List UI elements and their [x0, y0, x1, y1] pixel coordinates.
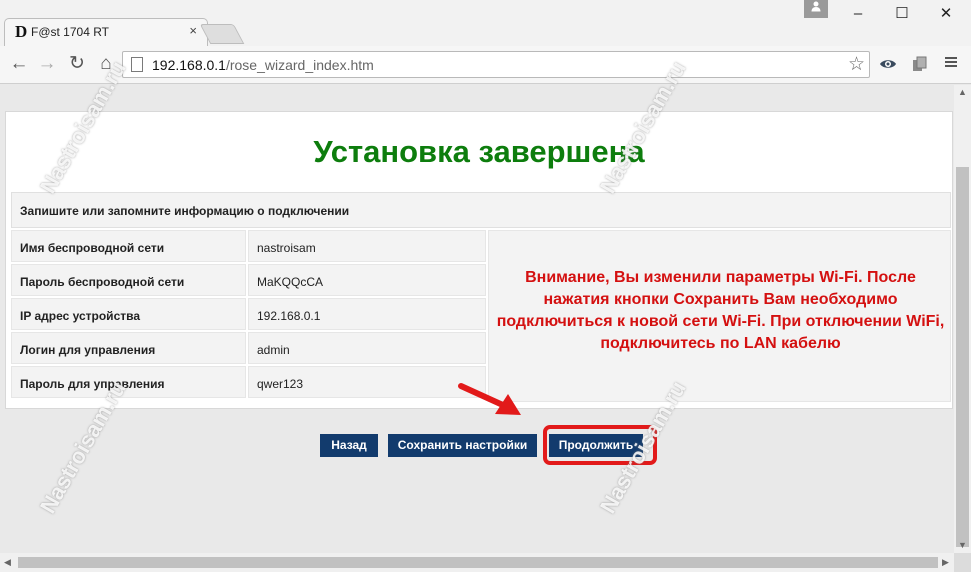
close-window-button[interactable]: ✕: [924, 3, 968, 25]
browser-tab[interactable]: D F@st 1704 RT ×: [4, 18, 208, 46]
table-row-value: nastroisam: [248, 230, 486, 262]
vertical-scrollbar[interactable]: ▲ ▼: [954, 85, 971, 553]
table-row-label: Пароль беспроводной сети: [11, 264, 246, 296]
maximize-button[interactable]: ☐: [880, 3, 924, 25]
scroll-right-icon[interactable]: ▶: [942, 557, 949, 568]
tab-title: F@st 1704 RT: [31, 25, 109, 39]
shield-eye-icon[interactable]: [878, 55, 898, 75]
back-button[interactable]: Назад: [320, 434, 378, 457]
table-row-value: qwer123: [248, 366, 486, 398]
vertical-scroll-thumb[interactable]: [956, 167, 969, 547]
scrollbar-corner: [954, 553, 971, 572]
save-settings-button[interactable]: Сохранить настройки: [388, 434, 537, 457]
table-row-value: admin: [248, 332, 486, 364]
page-title: Установка завершена: [313, 134, 645, 169]
scroll-up-icon[interactable]: ▲: [958, 87, 967, 97]
bookmark-star-icon[interactable]: ☆: [848, 53, 865, 76]
table-row-label: IP адрес устройства: [11, 298, 246, 330]
wizard-panel: Установка завершена Запишите или запомни…: [5, 111, 953, 409]
back-arrow-icon[interactable]: ←: [8, 53, 30, 75]
table-row-value: MaKQQcCA: [248, 264, 486, 296]
table-row-value: 192.168.0.1: [248, 298, 486, 330]
address-bar[interactable]: 192.168.0.1/rose_wizard_index.htm ☆: [122, 51, 870, 78]
horizontal-scroll-thumb[interactable]: [18, 557, 938, 568]
connection-info-table: Имя беспроводной сети nastroisam Пароль …: [11, 230, 951, 402]
browser-titlebar: D F@st 1704 RT × – ☐ ✕: [0, 0, 971, 46]
tab-close-icon[interactable]: ×: [189, 23, 197, 38]
page-icon: [131, 57, 143, 72]
scroll-down-icon[interactable]: ▼: [958, 540, 967, 550]
minimize-button[interactable]: –: [836, 3, 880, 25]
menu-icon[interactable]: [941, 55, 961, 75]
info-row-text: Запишите или запомните информацию о подк…: [20, 204, 350, 218]
warning-cell: Внимание, Вы изменили параметры Wi-Fi. П…: [488, 230, 951, 402]
copy-icon[interactable]: [910, 55, 930, 75]
address-url: 192.168.0.1/rose_wizard_index.htm: [152, 57, 374, 73]
scroll-left-icon[interactable]: ◀: [4, 557, 11, 568]
wifi-warning-text: Внимание, Вы изменили параметры Wi-Fi. П…: [496, 269, 945, 352]
horizontal-scrollbar[interactable]: ◀ ▶: [0, 553, 954, 572]
info-row: Запишите или запомните информацию о подк…: [11, 192, 951, 228]
table-row-label: Имя беспроводной сети: [11, 230, 246, 262]
page-viewport: Установка завершена Запишите или запомни…: [0, 85, 954, 553]
user-icon: [811, 1, 821, 12]
browser-toolbar: ← → ↻ ⌂ 192.168.0.1/rose_wizard_index.ht…: [0, 46, 971, 84]
table-row-label: Логин для управления: [11, 332, 246, 364]
forward-arrow-icon[interactable]: →: [36, 53, 58, 75]
user-profile-icon[interactable]: [804, 0, 828, 18]
dlink-favicon-icon: D: [15, 22, 28, 41]
red-pointer-arrow-icon: [458, 383, 521, 415]
reload-icon[interactable]: ↻: [66, 53, 88, 75]
